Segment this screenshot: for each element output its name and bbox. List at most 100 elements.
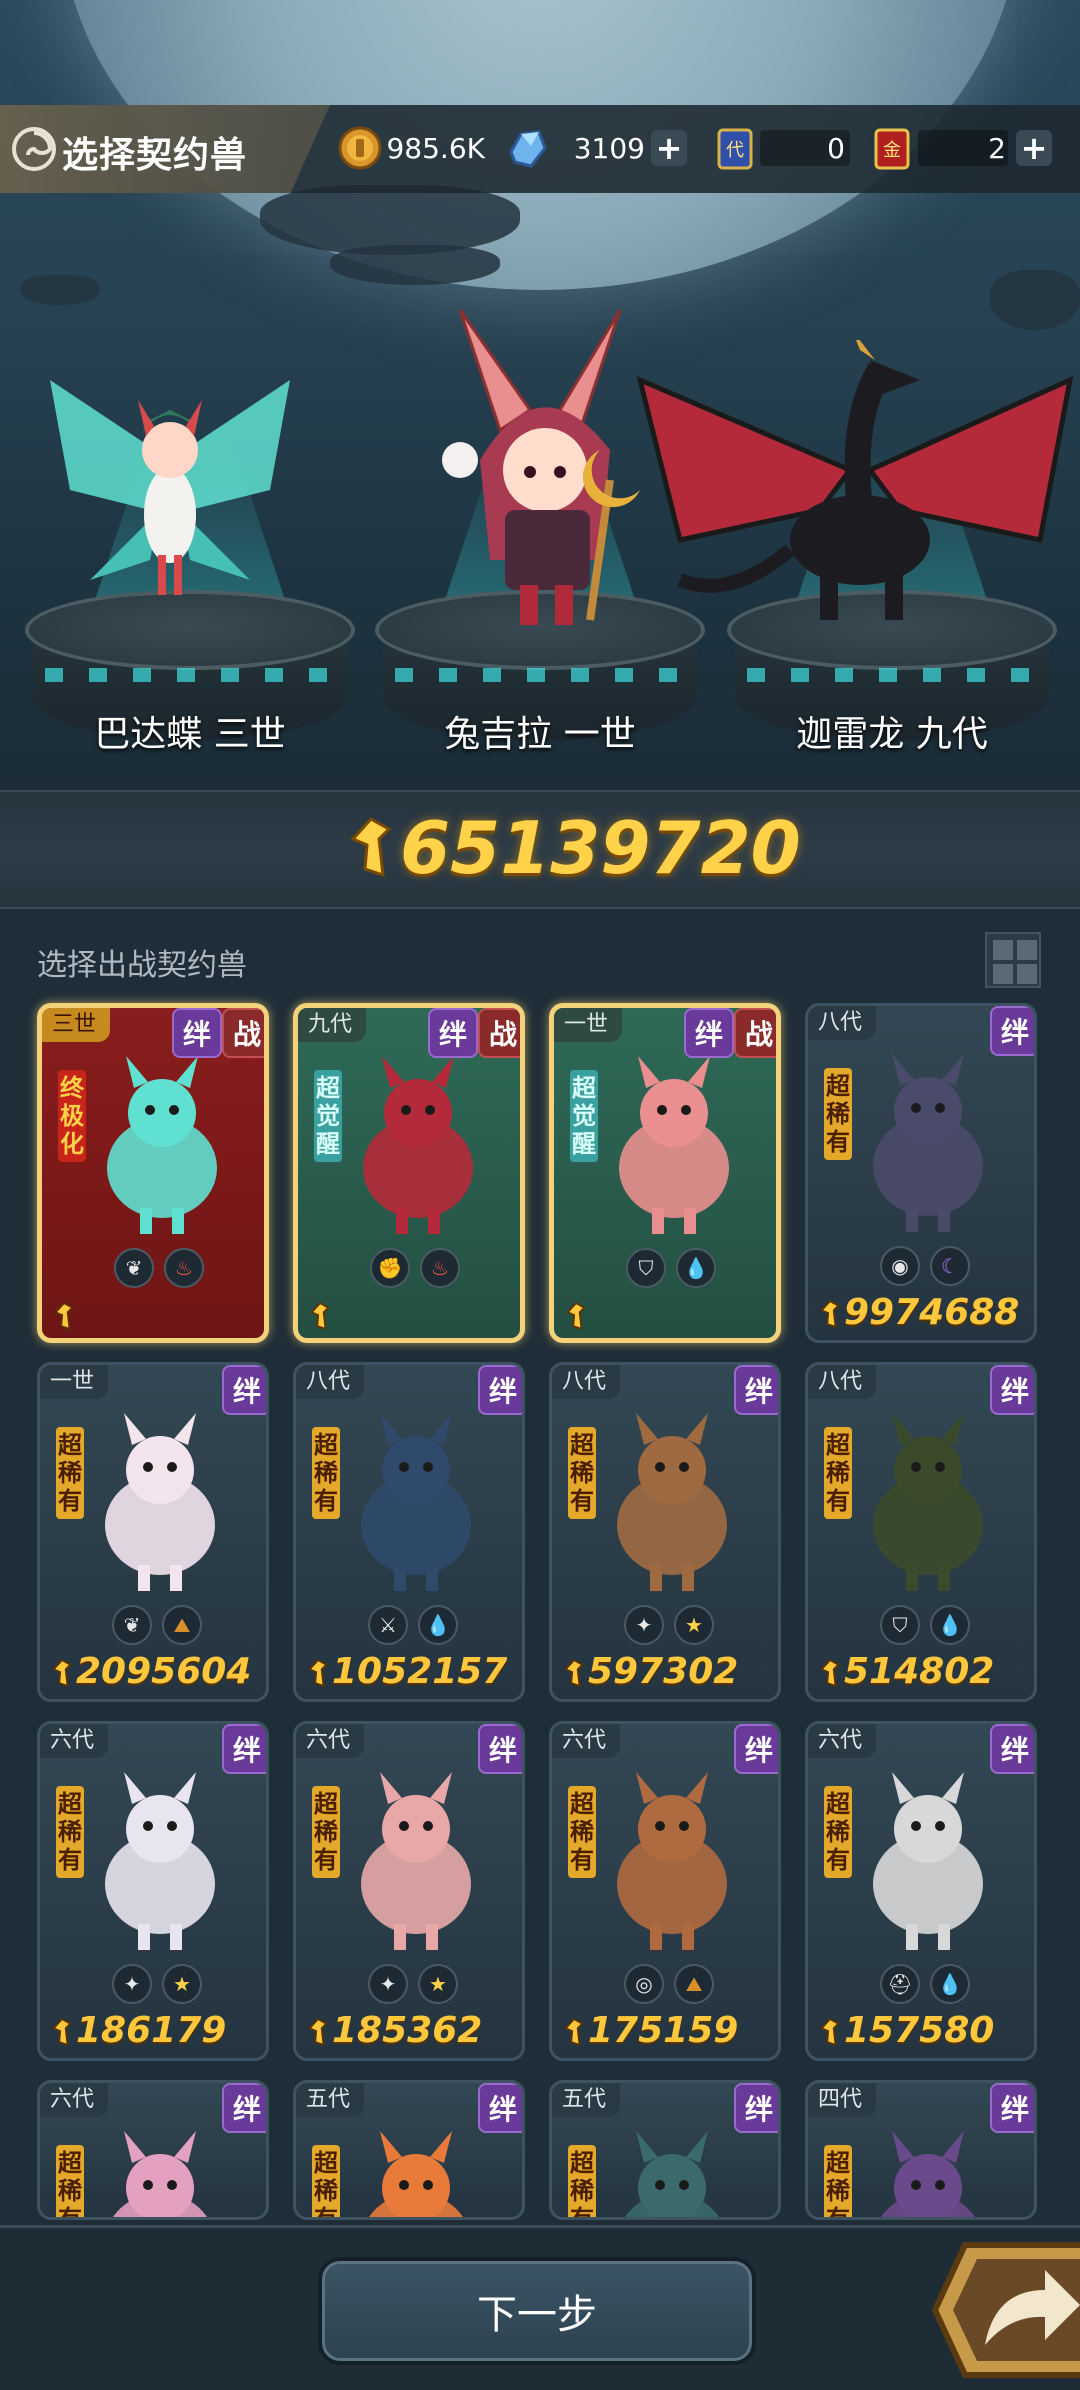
rarity-badge: 超稀有 [312, 1786, 340, 1878]
blue-ticket-icon: 代 [717, 128, 753, 170]
grid-cell-icon [1017, 940, 1037, 960]
rarity-badge: 超稀有 [56, 1427, 84, 1519]
grid-cell-icon [993, 964, 1013, 984]
bond-badge: 绊 [734, 2083, 778, 2133]
fire-icon: ♨ [164, 1248, 204, 1288]
roster-card[interactable]: 一世 超稀有 绊 ❦ ⛰ 2095604 [37, 1362, 269, 1702]
water-drop-icon: 💧 [930, 1605, 970, 1645]
star-icon: ★ [162, 1964, 202, 2004]
rarity-badge: 超稀有 [312, 1427, 340, 1519]
roster-card[interactable]: 六代 超稀有 绊 ⛑ 💧 157580 [805, 1721, 1037, 2061]
roster-card[interactable]: 一世超觉醒 绊战 ⛉💧 16184416 [549, 1003, 781, 1343]
gold-ticket-icon: 金 [874, 128, 910, 170]
crystal-amount: 3109 [573, 132, 645, 165]
creature-portrait [617, 1413, 727, 1591]
roster-card[interactable]: 八代 超稀有 绊 ⛉ 💧 514802 [805, 1362, 1037, 1702]
bond-badge: 绊 [478, 1365, 522, 1415]
share-arrow-button[interactable] [925, 2235, 1080, 2385]
generation-tag: 一世 [40, 1365, 109, 1399]
card-power-number: 32237001 [52, 1335, 252, 1338]
blade-icon: ⚔ [368, 1605, 408, 1645]
roster-card[interactable]: 五代 超稀有 绊 [549, 2080, 781, 2220]
gold-ticket-amount: 2 [988, 132, 1006, 165]
fire-icon: ♨ [420, 1248, 460, 1288]
leaf-icon: ❦ [114, 1248, 154, 1288]
bond-badge: 绊 [428, 1008, 478, 1058]
generation-tag: 八代 [296, 1365, 365, 1399]
rarity-badge: 超稀有 [824, 1786, 852, 1878]
bond-badge: 绊 [734, 1365, 778, 1415]
generation-tag: 六代 [552, 1724, 621, 1758]
roster-card[interactable]: 八代 超稀有 绊 ⚔ 💧 1052157 [293, 1362, 525, 1702]
water-drop-icon: 💧 [418, 1605, 458, 1645]
creature-portrait [625, 2131, 719, 2217]
grid-view-toggle[interactable] [985, 932, 1041, 988]
creature-portrait [873, 1054, 983, 1232]
card-power-number: 597302 [588, 1651, 739, 1692]
creature-portrait [361, 1413, 471, 1591]
water-drop-icon: 💧 [930, 1964, 970, 2004]
shuriken-icon: ✦ [368, 1964, 408, 2004]
rarity-badge: 超觉醒 [314, 1070, 342, 1162]
bond-badge: 绊 [222, 1724, 266, 1774]
card-power-value: 32237001 [52, 1294, 264, 1338]
creature-portrait [363, 1056, 473, 1234]
lineup-name-3: 迦雷龙 九代 [796, 714, 988, 755]
in-battle-badge: 战 [222, 1008, 264, 1058]
roster-card[interactable]: 六代 超稀有 绊 ✦ ★ 185362 [293, 1721, 525, 2061]
grid-cell-icon [993, 940, 1013, 960]
generation-tag: 六代 [40, 1724, 109, 1758]
bond-badge: 绊 [734, 1724, 778, 1774]
roster-card[interactable]: 八代 超稀有 绊 ✦ ★ 597302 [549, 1362, 781, 1702]
card-power-number: 2095604 [76, 1651, 252, 1692]
creature-portrait [619, 1056, 729, 1234]
roster-card[interactable]: 六代 超稀有 绊 ✦ ★ 186179 [37, 1721, 269, 2061]
card-power-value: 175159 [562, 2010, 778, 2051]
airship-hull [330, 245, 500, 285]
add-gold-ticket-button[interactable]: + [1016, 130, 1052, 166]
bond-badge: 绊 [990, 1365, 1034, 1415]
power-fist-icon [820, 2017, 840, 2047]
card-power-number: 514802 [844, 1651, 995, 1692]
roster-card[interactable]: 四代 超稀有 绊 [805, 2080, 1037, 2220]
creature-portrait [105, 1772, 215, 1950]
roster-card[interactable]: 九代超觉醒 绊战 ✊♨ 16718303 [293, 1003, 525, 1343]
roster-card[interactable]: 六代 超稀有 绊 ◎ ⛰ 175159 [549, 1721, 781, 2061]
power-fist-icon [566, 1301, 586, 1331]
roster-card[interactable]: 六代 超稀有 绊 [37, 2080, 269, 2220]
power-fist-icon [310, 1301, 330, 1331]
gold-coin-icon [338, 126, 382, 170]
bond-badge: 绊 [478, 1724, 522, 1774]
card-power-value: 186179 [50, 2010, 266, 2051]
page-title: 选择契约兽 [62, 135, 248, 176]
creature-portrait [361, 1772, 471, 1950]
cloud-silhouette [20, 275, 100, 305]
bond-badge: 绊 [990, 1006, 1034, 1056]
rock-silhouette [990, 270, 1080, 330]
roster-card[interactable]: 八代 超稀有 绊 ◉ ☾ 9974688 [805, 1003, 1037, 1343]
rarity-badge: 超稀有 [568, 1427, 596, 1519]
roster-card[interactable]: 五代 超稀有 绊 [293, 2080, 525, 2220]
generation-tag: 三世 [42, 1008, 111, 1042]
rarity-badge: 超稀有 [56, 2145, 84, 2217]
power-fist-icon [308, 1658, 328, 1688]
power-fist-icon [308, 2017, 328, 2047]
next-step-button[interactable]: 下一步 [318, 2257, 756, 2365]
dragon-figure [636, 340, 1074, 620]
shuriken-icon: ✦ [112, 1964, 152, 2004]
creature-portrait [113, 2131, 207, 2217]
bond-badge: 绊 [478, 2083, 522, 2133]
gold-amount: 985.6K [386, 132, 485, 165]
card-power-number: 9974688 [844, 1292, 1020, 1333]
add-crystal-button[interactable]: + [651, 130, 687, 166]
roster-card[interactable]: 三世终极化 绊战 ❦♨ 32237001 [37, 1003, 269, 1343]
card-power-number: 157580 [844, 2010, 995, 2051]
power-fist-icon [820, 1658, 840, 1688]
moon-icon: ☾ [930, 1246, 970, 1286]
helmet-icon: ⛑ [880, 1964, 920, 2004]
roster-label: 选择出战契约兽 [37, 948, 247, 983]
creature-portrait [369, 2131, 463, 2217]
total-power-value: 65139720 [400, 806, 801, 890]
generation-tag: 八代 [808, 1365, 877, 1399]
creature-portrait [881, 2131, 975, 2217]
